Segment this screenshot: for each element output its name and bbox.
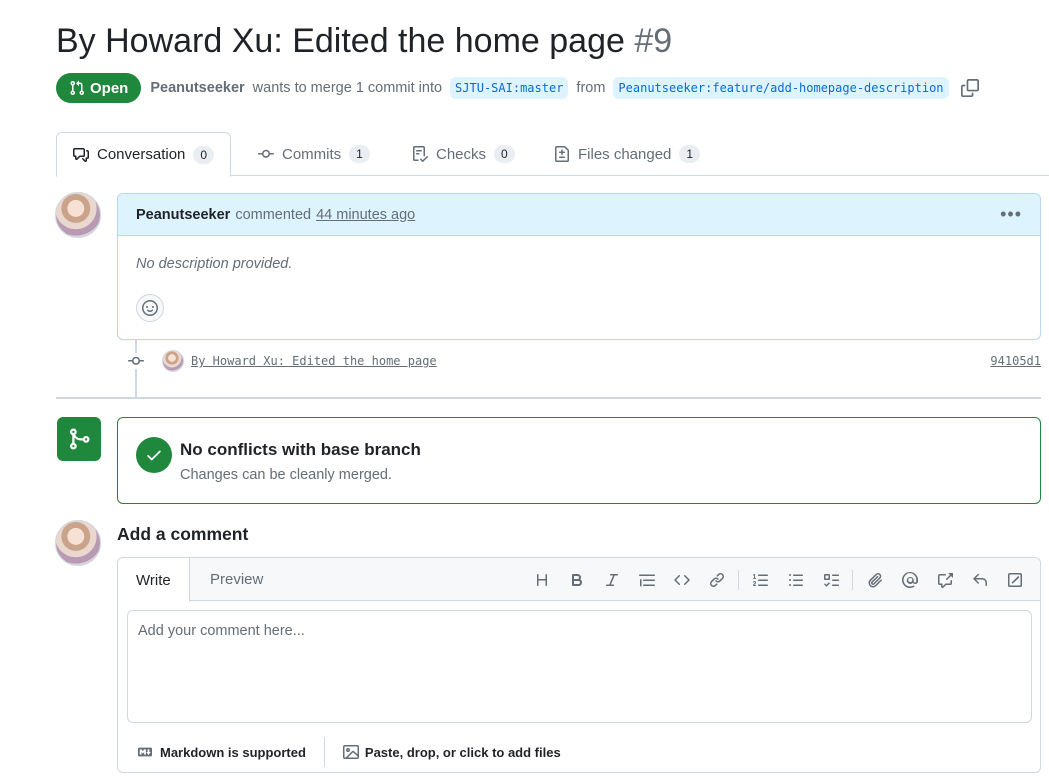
add-reaction-button[interactable]	[136, 294, 164, 322]
commit-author-avatar[interactable]	[162, 350, 184, 372]
quote-icon	[638, 574, 655, 586]
comment-editor: Write Preview Add your comment here... M…	[117, 557, 1041, 773]
comment-author-link[interactable]: Peanutseeker	[136, 207, 230, 223]
ordered-list-button[interactable]	[743, 565, 778, 595]
from-text: from	[576, 80, 606, 96]
tab-counter: 1	[349, 145, 370, 163]
merge-status-title: No conflicts with base branch	[180, 440, 421, 459]
pr-tabs: Conversation 0 Commits 1 Checks 0 Files …	[56, 132, 1049, 177]
kebab-menu-icon[interactable]: •••	[1000, 204, 1022, 225]
tab-commits[interactable]: Commits 1	[242, 132, 386, 176]
editor-header: Write Preview	[118, 558, 1040, 602]
merge-status-subtitle: Changes can be cleanly merged.	[180, 467, 392, 483]
comment-body: No description provided.	[136, 256, 293, 272]
tab-counter: 0	[494, 145, 515, 163]
code-button[interactable]	[664, 565, 699, 595]
mention-button[interactable]	[892, 565, 927, 595]
commit-sha-link[interactable]: 94105d1	[990, 354, 1041, 368]
paperclip-icon	[868, 572, 882, 587]
timeline-commit: By Howard Xu: Edited the home page 94105…	[128, 350, 1041, 372]
attach-note: Paste, drop, or click to add files	[364, 744, 561, 760]
saved-reply-button[interactable]	[962, 565, 997, 595]
markdown-help-link[interactable]: Markdown is supported	[118, 736, 324, 768]
comment-box: Peanutseeker commented 44 minutes ago ••…	[117, 193, 1041, 340]
quote-button[interactable]	[629, 565, 664, 595]
reply-icon	[972, 573, 987, 586]
link-icon	[709, 572, 724, 587]
comment-timestamp[interactable]: 44 minutes ago	[316, 207, 415, 223]
tab-checks[interactable]: Checks 0	[396, 132, 531, 176]
pr-number: #9	[634, 22, 673, 60]
tab-files-changed[interactable]: Files changed 1	[538, 132, 716, 176]
avatar[interactable]	[55, 192, 101, 238]
task-list-button[interactable]	[813, 565, 848, 595]
tab-conversation[interactable]: Conversation 0	[56, 132, 232, 177]
copy-icon	[960, 79, 979, 97]
markdown-toolbar	[524, 558, 1032, 601]
base-branch[interactable]: SJTU-SAI:master	[450, 77, 569, 99]
toolbar-divider	[852, 569, 853, 590]
comment-action: commented	[235, 206, 312, 223]
tab-label: Checks	[436, 145, 487, 163]
cross-reference-icon	[937, 572, 953, 588]
merge-status-box: No conflicts with base branch Changes ca…	[117, 417, 1041, 504]
tab-label: Files changed	[578, 145, 672, 163]
ordered-list-icon	[752, 573, 768, 586]
pr-meta: Open Peanutseeker wants to merge 1 commi…	[56, 73, 979, 103]
git-pull-request-icon	[70, 80, 85, 96]
image-icon	[342, 745, 359, 759]
pr-author-link[interactable]: Peanutseeker	[150, 80, 244, 96]
pr-title: By Howard Xu: Edited the home page #9	[56, 22, 672, 61]
status-label: Open	[90, 79, 129, 97]
italic-button[interactable]	[594, 565, 629, 595]
commit-message-link[interactable]: By Howard Xu: Edited the home page	[191, 354, 437, 368]
heading-button[interactable]	[524, 565, 559, 595]
smiley-icon	[142, 300, 158, 316]
check-circle-icon	[136, 437, 172, 473]
git-commit-icon	[258, 149, 274, 158]
attach-button[interactable]	[857, 565, 892, 595]
link-button[interactable]	[699, 565, 734, 595]
reference-button[interactable]	[927, 565, 962, 595]
status-badge: Open	[56, 73, 142, 103]
head-branch[interactable]: Peanutseeker:feature/add-homepage-descri…	[613, 77, 949, 99]
tab-label: Conversation	[97, 146, 186, 163]
timeline-divider	[56, 397, 1041, 399]
comment-discussion-icon	[73, 147, 89, 162]
heading-icon	[536, 573, 547, 586]
git-commit-icon	[128, 353, 144, 369]
file-diff-icon	[555, 146, 569, 162]
avatar[interactable]	[55, 520, 101, 566]
merge-status-icon-box	[57, 417, 101, 461]
add-comment-title: Add a comment	[117, 524, 249, 544]
tab-label: Commits	[282, 145, 342, 163]
bold-button[interactable]	[559, 565, 594, 595]
git-merge-icon	[70, 428, 90, 450]
code-icon	[673, 574, 690, 585]
markdown-note: Markdown is supported	[160, 744, 306, 760]
tab-write[interactable]: Write	[118, 558, 190, 602]
checklist-icon	[413, 146, 428, 162]
editor-footer: Markdown is supported Paste, drop, or cl…	[118, 732, 1040, 772]
copy-branch-button[interactable]	[960, 79, 979, 97]
unordered-list-button[interactable]	[778, 565, 813, 595]
slash-commands-button[interactable]	[997, 565, 1032, 595]
toolbar-divider	[738, 569, 739, 590]
bold-icon	[571, 573, 582, 586]
tab-counter: 0	[193, 145, 215, 164]
markdown-icon	[138, 747, 152, 757]
mention-icon	[901, 571, 918, 588]
merge-text: wants to merge 1 commit into	[252, 80, 443, 96]
tab-preview[interactable]: Preview	[192, 558, 281, 601]
tab-counter: 1	[679, 145, 701, 163]
slash-icon	[1007, 572, 1022, 587]
unordered-list-icon	[788, 573, 803, 586]
comment-textarea[interactable]	[127, 610, 1032, 723]
pr-title-text: By Howard Xu: Edited the home page	[56, 22, 625, 60]
task-list-icon	[823, 573, 839, 586]
attach-files-button[interactable]: Paste, drop, or click to add files	[325, 736, 579, 768]
comment-header: Peanutseeker commented 44 minutes ago ••…	[118, 194, 1040, 236]
italic-icon	[605, 573, 618, 586]
